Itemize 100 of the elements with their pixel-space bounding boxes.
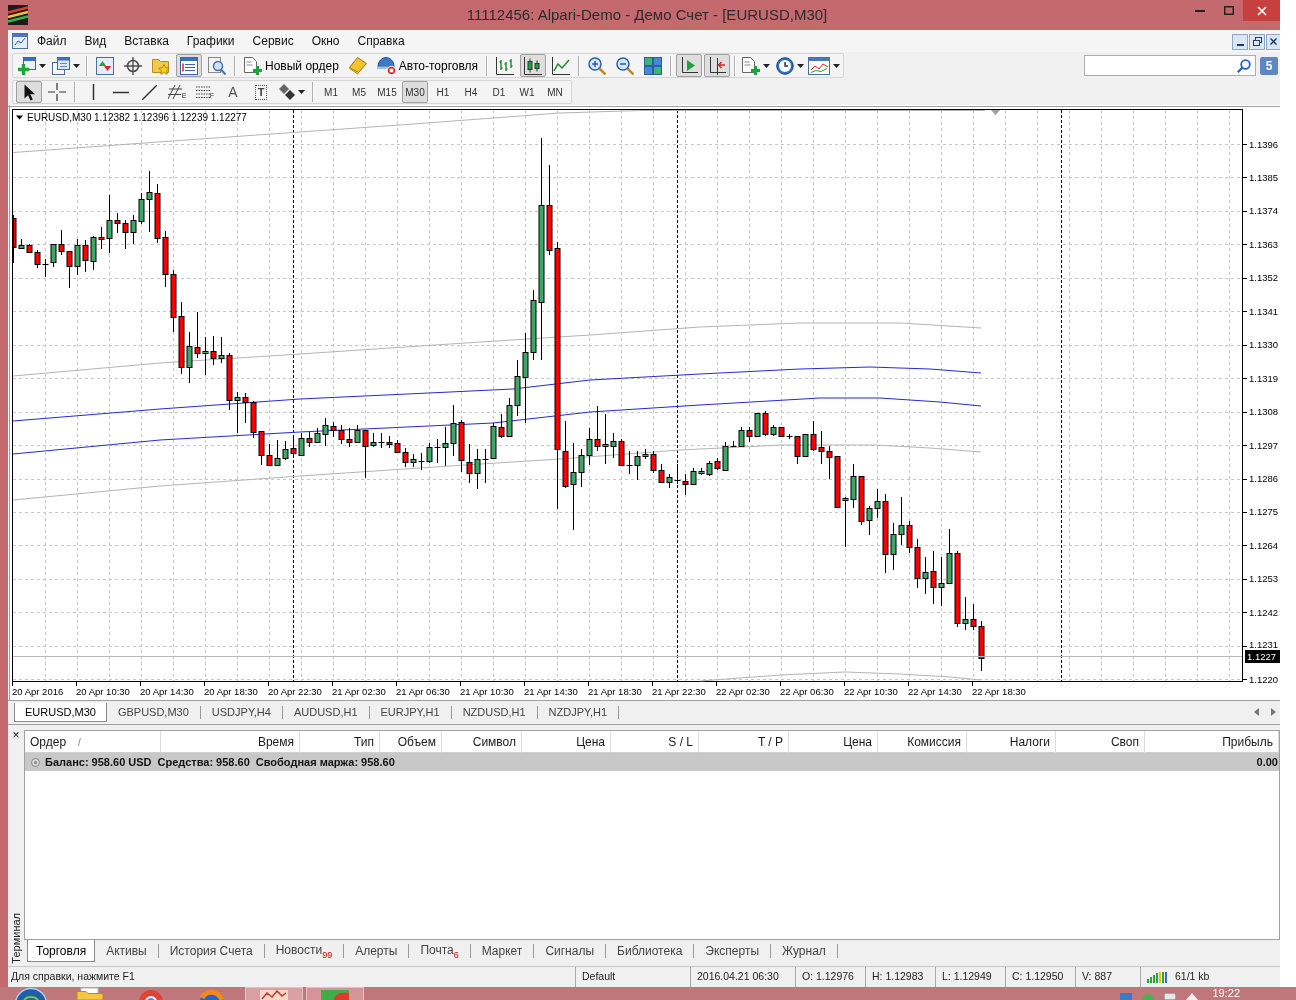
zoom-in-icon	[588, 56, 607, 75]
caret-icon	[797, 63, 805, 68]
timeframe-button[interactable]: M15	[374, 81, 400, 103]
chart-tab[interactable]: NZDUSD,H1	[451, 703, 537, 722]
chart-tab[interactable]: NZDJPY,H1	[537, 703, 619, 722]
close-button[interactable]	[1243, 0, 1280, 21]
terminal-tab[interactable]: Торговля	[27, 940, 96, 962]
chart-restore-button[interactable]	[1249, 33, 1265, 50]
price-axis-label: 1.1231	[1249, 639, 1279, 650]
auto-trading-button[interactable]: Авто-торговля	[372, 54, 483, 77]
timeframe-button[interactable]: D1	[486, 81, 512, 103]
scroll-left-icon[interactable]	[1254, 708, 1259, 716]
price-axis-label: 1.1275	[1249, 506, 1279, 518]
menu-item[interactable]: Справка	[348, 31, 414, 51]
menu-item[interactable]: Графики	[177, 31, 244, 51]
shift-marker-icon[interactable]	[991, 110, 1000, 115]
chart-window-icon	[808, 56, 831, 75]
terminal-tab[interactable]: Библиотека	[606, 940, 694, 962]
chart-minimize-button[interactable]	[1232, 33, 1248, 50]
text-label-tool-button[interactable]: T	[248, 81, 274, 103]
new-order-button[interactable]: Новый ордер	[240, 54, 343, 77]
chart-symbol: EURUSD,M30	[27, 112, 92, 123]
tray-icon[interactable]	[1186, 993, 1199, 1000]
search-field[interactable]	[1084, 55, 1256, 76]
balance-row[interactable]: Баланс: 958.60 USD Средства: 958.60 Свободная маржа: 958.60 0.00	[25, 753, 1279, 771]
terminal-tab[interactable]: Журнал	[771, 940, 837, 962]
terminal-tab[interactable]: Сигналы	[534, 940, 606, 962]
tile-windows-icon	[644, 56, 663, 75]
terminal-tab[interactable]: История Счета	[158, 940, 264, 962]
stacked-windows-icon	[52, 56, 70, 75]
chart-tab[interactable]: AUDUSD,H1	[282, 703, 369, 722]
vertical-line-icon	[91, 84, 95, 100]
clock-icon	[776, 56, 795, 75]
terminal-button[interactable]	[176, 54, 202, 77]
profiles-button[interactable]	[50, 54, 82, 77]
chart-shift-button[interactable]	[704, 54, 731, 77]
target-icon	[124, 56, 142, 75]
profit-total: 0.00	[1256, 754, 1279, 770]
menu-item[interactable]: Окно	[302, 31, 349, 51]
traffic-value: 61/1 kb	[1175, 969, 1210, 985]
terminal-tab[interactable]: Активы	[95, 940, 158, 962]
new-chart-button[interactable]	[16, 54, 48, 77]
price-axis-label: 1.1220	[1249, 673, 1279, 685]
search-icon[interactable]	[1237, 58, 1251, 73]
time-axis-label: 21 Apr 06:30	[396, 686, 450, 697]
periods-button[interactable]	[774, 54, 807, 77]
price-axis-label: 1.1374	[1249, 205, 1279, 217]
timeframe-button[interactable]: H1	[430, 81, 456, 103]
crosshair-icon	[48, 83, 66, 101]
templates-button[interactable]	[808, 54, 841, 77]
chart-tab[interactable]: USDJPY,H4	[200, 703, 282, 722]
timeframe-button[interactable]: M30	[402, 81, 428, 103]
taskbar-button[interactable]	[306, 987, 364, 1000]
timeframe-button[interactable]: M1	[318, 81, 344, 103]
timeframe-button[interactable]: H4	[458, 81, 484, 103]
terminal-tab[interactable]: Алерты	[344, 940, 409, 962]
volume-value: V: 887	[1082, 969, 1112, 985]
menu-item[interactable]: Вставка	[115, 31, 178, 51]
terminal-tab[interactable]: Маркет	[470, 940, 534, 962]
taskbar-button[interactable]	[245, 987, 303, 1000]
timeframe-button[interactable]: W1	[514, 81, 540, 103]
caret-icon	[73, 63, 80, 68]
auto-scroll-button[interactable]	[676, 54, 703, 77]
timeframe-button[interactable]: MN	[542, 81, 568, 103]
menu-item[interactable]: Сервис	[243, 31, 303, 51]
chart-window-icon[interactable]	[12, 33, 28, 49]
folder-icon[interactable]	[76, 987, 104, 1000]
tray-icon[interactable]	[1164, 993, 1177, 1000]
candlestick-chart-button[interactable]	[520, 54, 547, 77]
panel-close-button[interactable]: ×	[10, 729, 22, 741]
terminal-tab[interactable]: Почта$_{6}$	[409, 940, 470, 962]
start-orb-icon[interactable]	[14, 987, 48, 1000]
chart-tab[interactable]: EURJPY,H1	[369, 703, 451, 722]
chart-close-button[interactable]	[1266, 33, 1280, 50]
timeframe-button[interactable]: M5	[346, 81, 372, 103]
round-app-icon[interactable]	[137, 987, 165, 1000]
window-arrows-icon	[96, 56, 114, 75]
indicators-button[interactable]	[740, 54, 773, 77]
terminal-tab[interactable]: Эксперты	[694, 940, 771, 962]
scroll-right-icon[interactable]	[1271, 708, 1276, 716]
time-axis-label: 20 Apr 10:30	[76, 686, 130, 697]
high-price: H: 1.12983	[872, 969, 924, 985]
terminal-tab[interactable]: Новости$_{99}$	[264, 940, 344, 962]
price-axis-label: 1.1352	[1249, 272, 1279, 284]
menu-item[interactable]: Вид	[75, 31, 116, 51]
price-axis-label: 1.1264	[1249, 539, 1279, 551]
hat-stop-icon	[376, 56, 396, 75]
price-axis-label: 1.1253	[1249, 573, 1279, 585]
axis-shift-icon	[708, 56, 727, 75]
cursor-tool-button[interactable]	[16, 81, 42, 103]
time-axis-label: 20 Apr 22:30	[268, 686, 322, 697]
caret-icon	[833, 63, 841, 68]
caret-icon[interactable]	[16, 115, 23, 120]
menu-item[interactable]: Файл	[28, 31, 76, 51]
text-tool-button[interactable]: A	[220, 81, 246, 103]
chart-tab[interactable]: EURUSD,M30	[14, 703, 107, 722]
bar-time: 2016.04.21 06:30	[697, 969, 779, 985]
price-axis-label: 1.1242	[1249, 606, 1279, 618]
chart-tab[interactable]: GBPUSD,M30	[106, 703, 200, 722]
messages-button[interactable]: 5	[1260, 56, 1278, 75]
